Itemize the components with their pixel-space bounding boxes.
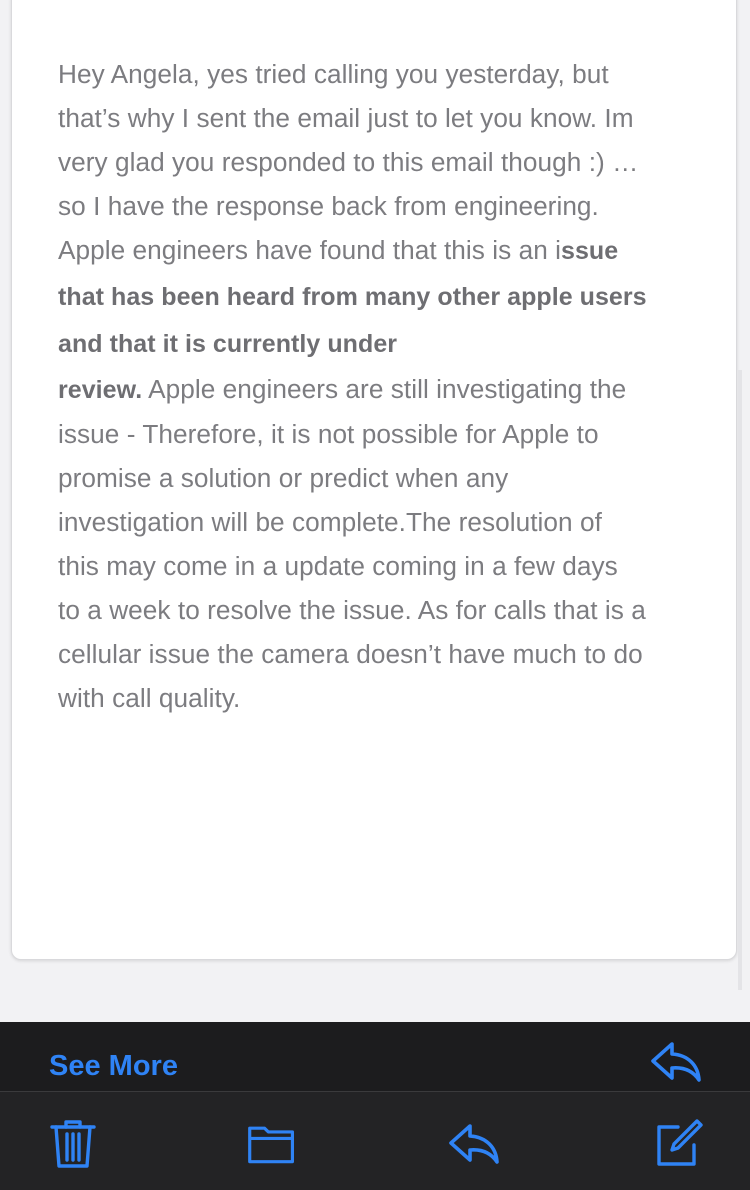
trash-icon[interactable] bbox=[47, 1118, 99, 1170]
scroll-edge bbox=[738, 370, 742, 990]
body-line: Hey Angela, yes tried calling you yester… bbox=[58, 59, 609, 89]
body-text: Apple engineers are still investigating … bbox=[142, 374, 627, 404]
bold-text: review. bbox=[58, 376, 143, 404]
body-line: issue - Therefore, it is not possible fo… bbox=[58, 419, 599, 449]
body-line: so I have the response back from enginee… bbox=[58, 191, 599, 221]
body-line: Apple engineers have found that this is … bbox=[58, 228, 708, 273]
body-line: that’s why I sent the email just to let … bbox=[58, 103, 634, 133]
body-line: this may come in a update coming in a fe… bbox=[58, 551, 618, 581]
bottom-area: See More bbox=[0, 1022, 750, 1190]
body-line: investigation will be complete.The resol… bbox=[58, 507, 602, 537]
body-line: very glad you responded to this email th… bbox=[58, 147, 639, 177]
body-line: and that it is currently under bbox=[58, 320, 708, 367]
reply-icon[interactable] bbox=[650, 1040, 702, 1084]
reply-icon[interactable] bbox=[448, 1118, 500, 1170]
see-more-row: See More bbox=[0, 1022, 750, 1091]
compose-icon[interactable] bbox=[652, 1118, 704, 1170]
body-line: review. Apple engineers are still invest… bbox=[58, 367, 708, 412]
bold-text: that has been heard from many other appl… bbox=[58, 283, 647, 311]
bold-text: ssue bbox=[561, 237, 619, 265]
body-line: with call quality. bbox=[58, 683, 241, 713]
bold-text: and that it is currently under bbox=[58, 330, 398, 358]
bottom-toolbar bbox=[0, 1091, 750, 1190]
folder-icon[interactable] bbox=[246, 1118, 298, 1170]
see-more-button[interactable]: See More bbox=[49, 1050, 178, 1083]
email-message-body: Hey Angela, yes tried calling you yester… bbox=[58, 52, 708, 720]
body-line: to a week to resolve the issue. As for c… bbox=[58, 595, 646, 625]
body-line: that has been heard from many other appl… bbox=[58, 273, 708, 320]
body-line: cellular issue the camera doesn’t have m… bbox=[58, 639, 643, 669]
body-line: promise a solution or predict when any bbox=[58, 463, 509, 493]
body-text: Apple engineers have found that this is … bbox=[58, 235, 562, 265]
